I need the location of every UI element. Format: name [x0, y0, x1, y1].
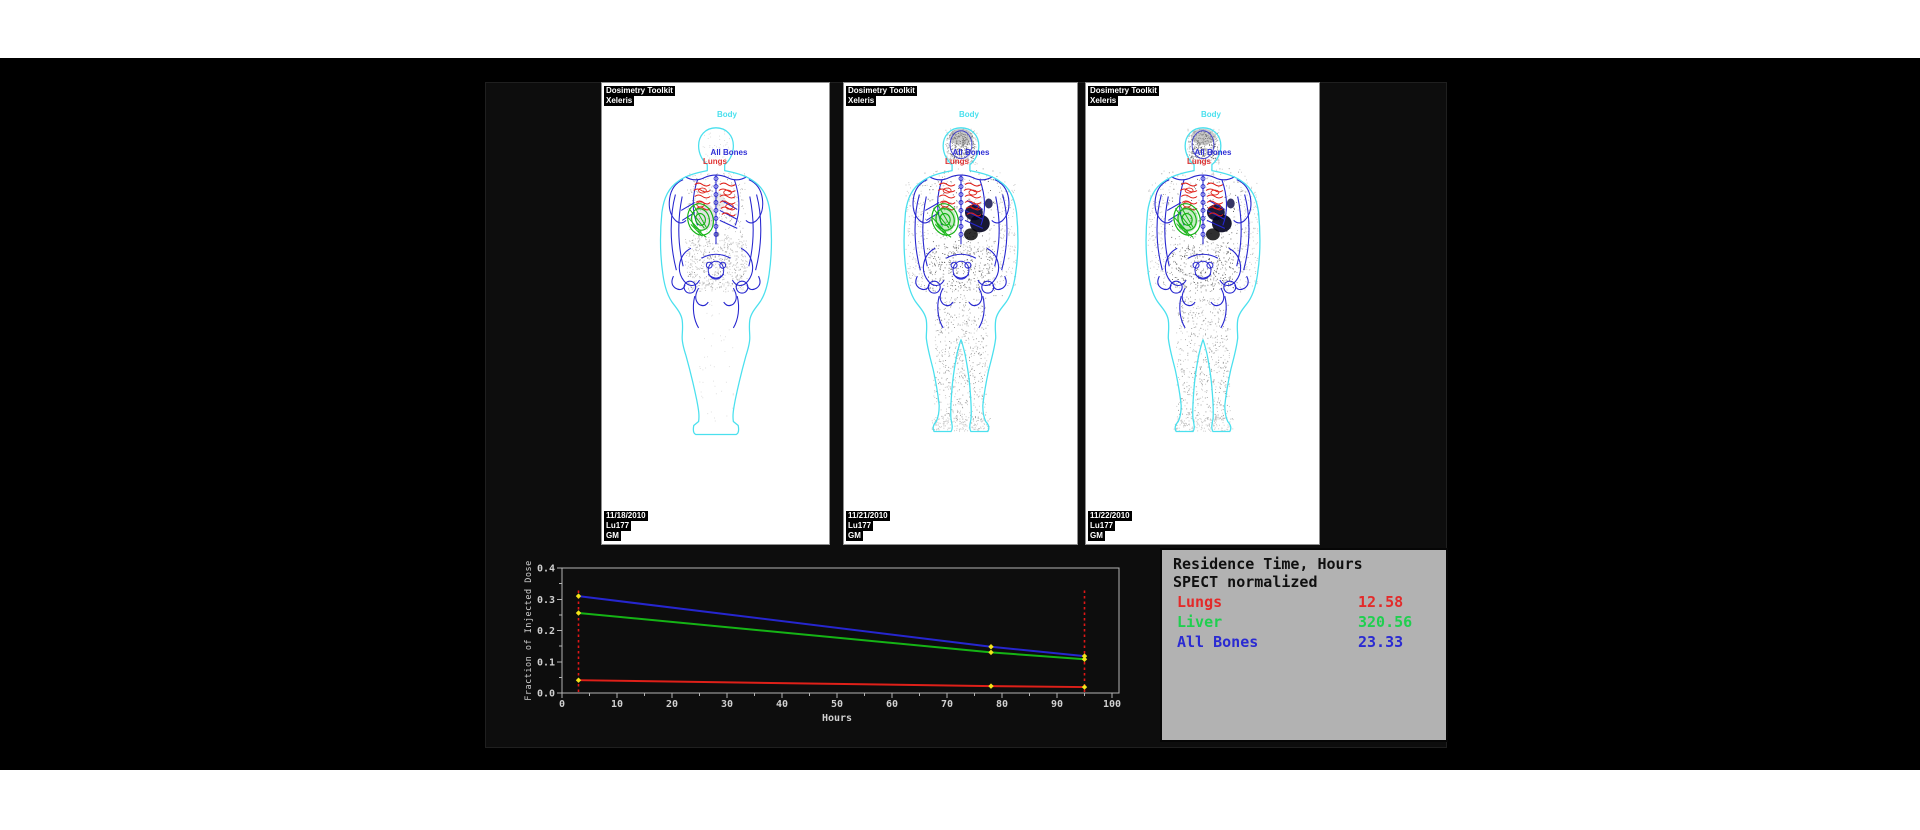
svg-text:60: 60 [886, 699, 898, 710]
lungs-contour-label: Lungs [945, 157, 969, 166]
svg-text:Fraction of Injected Dose: Fraction of Injected Dose [524, 560, 534, 700]
mode-tag: GM [846, 531, 863, 541]
xeleris-screen: 0 10 20 30 40 50 60 70 80 90 100 0.0 0.1 0.2 0.3 0.4 Hou… [0, 0, 1920, 830]
residence-panel-title: Residence Time, Hours [1173, 556, 1363, 572]
isotope-tag: Lu177 [846, 521, 873, 531]
residence-row-value: 23.33 [1358, 634, 1403, 650]
body-contour-label: Body [959, 110, 979, 119]
residence-row-label: All Bones [1177, 634, 1258, 650]
scan-viewport-1[interactable]: Body All Bones Lungs Dosimetry Toolkit X… [601, 82, 830, 545]
svg-text:0.1: 0.1 [537, 657, 555, 668]
scan-viewport-2[interactable]: Body All Bones Lungs Dosimetry Toolkit X… [843, 82, 1078, 545]
scan-date-tag: 11/18/2010 [604, 511, 648, 521]
svg-text:0.4: 0.4 [537, 564, 555, 575]
residence-row-value: 12.58 [1358, 594, 1403, 610]
residence-time-panel: Residence Time, Hours SPECT normalized L… [1160, 548, 1448, 742]
lungs-contour-label: Lungs [1187, 157, 1211, 166]
residence-row-label: Lungs [1177, 594, 1222, 610]
workstation-tag: Xeleris [846, 96, 876, 106]
workstation-tag: Xeleris [604, 96, 634, 106]
residence-row-label: Liver [1177, 614, 1222, 630]
svg-text:0: 0 [559, 699, 565, 710]
svg-text:30: 30 [721, 699, 733, 710]
svg-text:0.2: 0.2 [537, 626, 555, 637]
viewport-header-tags: Dosimetry Toolkit Xeleris [604, 86, 675, 106]
toolkit-tag: Dosimetry Toolkit [846, 86, 917, 96]
bones-contour-label: All Bones [1195, 148, 1232, 157]
svg-text:100: 100 [1103, 699, 1121, 710]
viewport-footer-tags: 11/22/2010 Lu177 GM [1088, 511, 1132, 541]
body-contour-label: Body [717, 110, 737, 119]
residence-panel-subtitle: SPECT normalized [1173, 574, 1318, 590]
isotope-tag: Lu177 [604, 521, 631, 531]
body-contour-label: Body [1201, 110, 1221, 119]
svg-text:90: 90 [1051, 699, 1063, 710]
mode-tag: GM [604, 531, 621, 541]
mode-tag: GM [1088, 531, 1105, 541]
viewport-footer-tags: 11/21/2010 Lu177 GM [846, 511, 890, 541]
svg-text:Hours: Hours [822, 713, 852, 724]
toolkit-tag: Dosimetry Toolkit [1088, 86, 1159, 96]
svg-text:20: 20 [666, 699, 678, 710]
bones-contour-label: All Bones [711, 148, 748, 157]
bones-contour-label: All Bones [953, 148, 990, 157]
lungs-contour-label: Lungs [703, 157, 727, 166]
workstation-tag: Xeleris [1088, 96, 1118, 106]
scan-date-tag: 11/22/2010 [1088, 511, 1132, 521]
scan-date-tag: 11/21/2010 [846, 511, 890, 521]
viewport-header-tags: Dosimetry Toolkit Xeleris [846, 86, 917, 106]
isotope-tag: Lu177 [1088, 521, 1115, 531]
svg-text:80: 80 [996, 699, 1008, 710]
residence-row-value: 320.56 [1358, 614, 1412, 630]
svg-text:10: 10 [611, 699, 623, 710]
scan-viewport-3[interactable]: Body All Bones Lungs Dosimetry Toolkit X… [1085, 82, 1320, 545]
svg-text:0.0: 0.0 [537, 689, 555, 700]
svg-text:40: 40 [776, 699, 788, 710]
svg-text:0.3: 0.3 [537, 595, 555, 606]
viewport-footer-tags: 11/18/2010 Lu177 GM [604, 511, 648, 541]
svg-text:70: 70 [941, 699, 953, 710]
svg-text:50: 50 [831, 699, 843, 710]
viewport-header-tags: Dosimetry Toolkit Xeleris [1088, 86, 1159, 106]
toolkit-tag: Dosimetry Toolkit [604, 86, 675, 96]
